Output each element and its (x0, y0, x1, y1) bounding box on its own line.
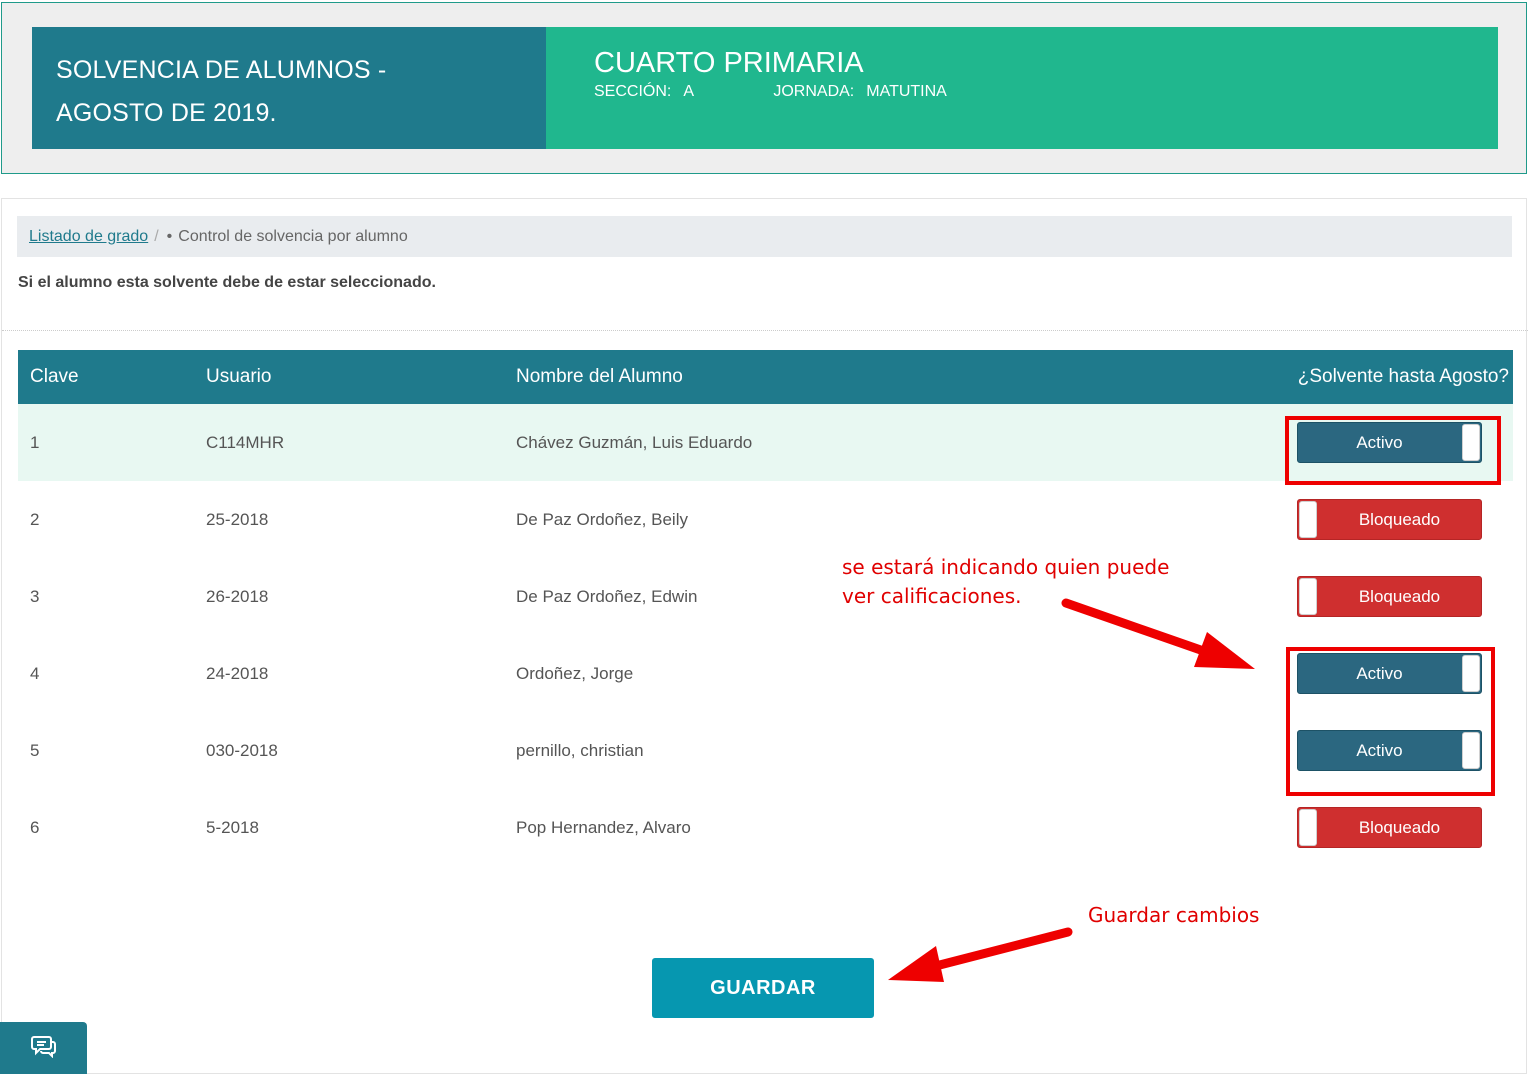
breadcrumb: Listado de grado / • Control de solvenci… (17, 216, 1512, 257)
divider (2, 330, 1528, 331)
chat-button[interactable] (0, 1022, 87, 1074)
table-row: 3 26-2018 De Paz Ordoñez, Edwin Bloquead… (18, 558, 1513, 635)
table-row: 2 25-2018 De Paz Ordoñez, Beily Bloquead… (18, 481, 1513, 558)
save-button[interactable]: GUARDAR (652, 958, 874, 1018)
cell-usuario: 26-2018 (206, 586, 269, 606)
annotation-box-row1 (1285, 416, 1501, 485)
section-label: SECCIÓN: (594, 83, 672, 100)
shift-label: JORNADA: (773, 83, 855, 100)
cell-clave: 4 (30, 663, 40, 683)
grade-title: CUARTO PRIMARIA (594, 47, 864, 79)
cell-clave: 1 (30, 432, 40, 452)
page-header: SOLVENCIA DE ALUMNOS - AGOSTO DE 2019. C… (1, 2, 1527, 174)
annotation-note-line2: ver calificaciones. (842, 584, 1022, 608)
header-title-line2: AGOSTO DE 2019. (56, 99, 277, 127)
header-title-line1: SOLVENCIA DE ALUMNOS - (56, 56, 387, 84)
toggle-knob[interactable] (1299, 501, 1317, 538)
toggle-label: Bloqueado (1358, 586, 1441, 606)
annotation-note-permissions: se estará indicando quien puede ver cali… (842, 553, 1169, 611)
table-row: 6 5-2018 Pop Hernandez, Alvaro Bloqueado (18, 789, 1513, 866)
bullet-icon: • (166, 227, 173, 245)
toggle-knob[interactable] (1299, 809, 1317, 846)
cell-nombre: Pop Hernandez, Alvaro (516, 817, 691, 837)
annotation-note-save: Guardar cambios (1088, 903, 1260, 927)
annotation-note-line1: se estará indicando quien puede (842, 555, 1170, 579)
toggle-label: Bloqueado (1358, 817, 1441, 837)
cell-clave: 5 (30, 740, 40, 760)
cell-solvente: Bloqueado (1256, 499, 1513, 540)
grade-meta: SECCIÓN: A JORNADA: MATUTINA (594, 83, 1450, 101)
breadcrumb-link-grade-list[interactable]: Listado de grado (29, 228, 148, 246)
cell-solvente: Bloqueado (1256, 807, 1513, 848)
cell-usuario: 24-2018 (206, 663, 269, 683)
header-usuario: Usuario (206, 366, 272, 387)
cell-usuario: 25-2018 (206, 509, 269, 529)
cell-usuario: 030-2018 (206, 740, 278, 760)
breadcrumb-current: Control de solvencia por alumno (178, 227, 408, 245)
annotation-box-rows4-5 (1286, 647, 1495, 796)
cell-nombre: Ordoñez, Jorge (516, 663, 634, 683)
cell-clave: 2 (30, 509, 40, 529)
table-header: Clave Usuario Nombre del Alumno ¿Solvent… (18, 350, 1513, 404)
cell-solvente: Bloqueado (1256, 576, 1513, 617)
cell-usuario: C114MHR (206, 432, 285, 452)
header-grade-panel: CUARTO PRIMARIA SECCIÓN: A JORNADA: MATU… (546, 27, 1498, 149)
cell-usuario: 5-2018 (206, 817, 259, 837)
section-value: A (683, 83, 695, 100)
toggle-knob[interactable] (1299, 578, 1317, 615)
cell-nombre: Chávez Guzmán, Luis Eduardo (516, 432, 753, 452)
solvency-toggle[interactable]: Bloqueado (1297, 576, 1482, 617)
solvency-toggle[interactable]: Bloqueado (1297, 499, 1482, 540)
shift-value: MATUTINA (866, 83, 947, 100)
cell-nombre: pernillo, christian (516, 740, 644, 760)
header-solvente: ¿Solvente hasta Agosto? (1297, 366, 1509, 387)
main-card: Listado de grado / • Control de solvenci… (1, 198, 1528, 1074)
breadcrumb-separator: / (154, 227, 159, 245)
toggle-label: Bloqueado (1358, 509, 1441, 529)
header-title-panel: SOLVENCIA DE ALUMNOS - AGOSTO DE 2019. (32, 27, 546, 149)
solvency-toggle[interactable]: Bloqueado (1297, 807, 1482, 848)
header-clave: Clave (30, 366, 79, 387)
instruction-text: Si el alumno esta solvente debe de estar… (18, 274, 436, 291)
cell-clave: 6 (30, 817, 40, 837)
header-nombre: Nombre del Alumno (516, 366, 683, 387)
chat-bubbles-icon (30, 1034, 57, 1063)
cell-nombre: De Paz Ordoñez, Beily (516, 509, 688, 529)
cell-clave: 3 (30, 586, 40, 606)
